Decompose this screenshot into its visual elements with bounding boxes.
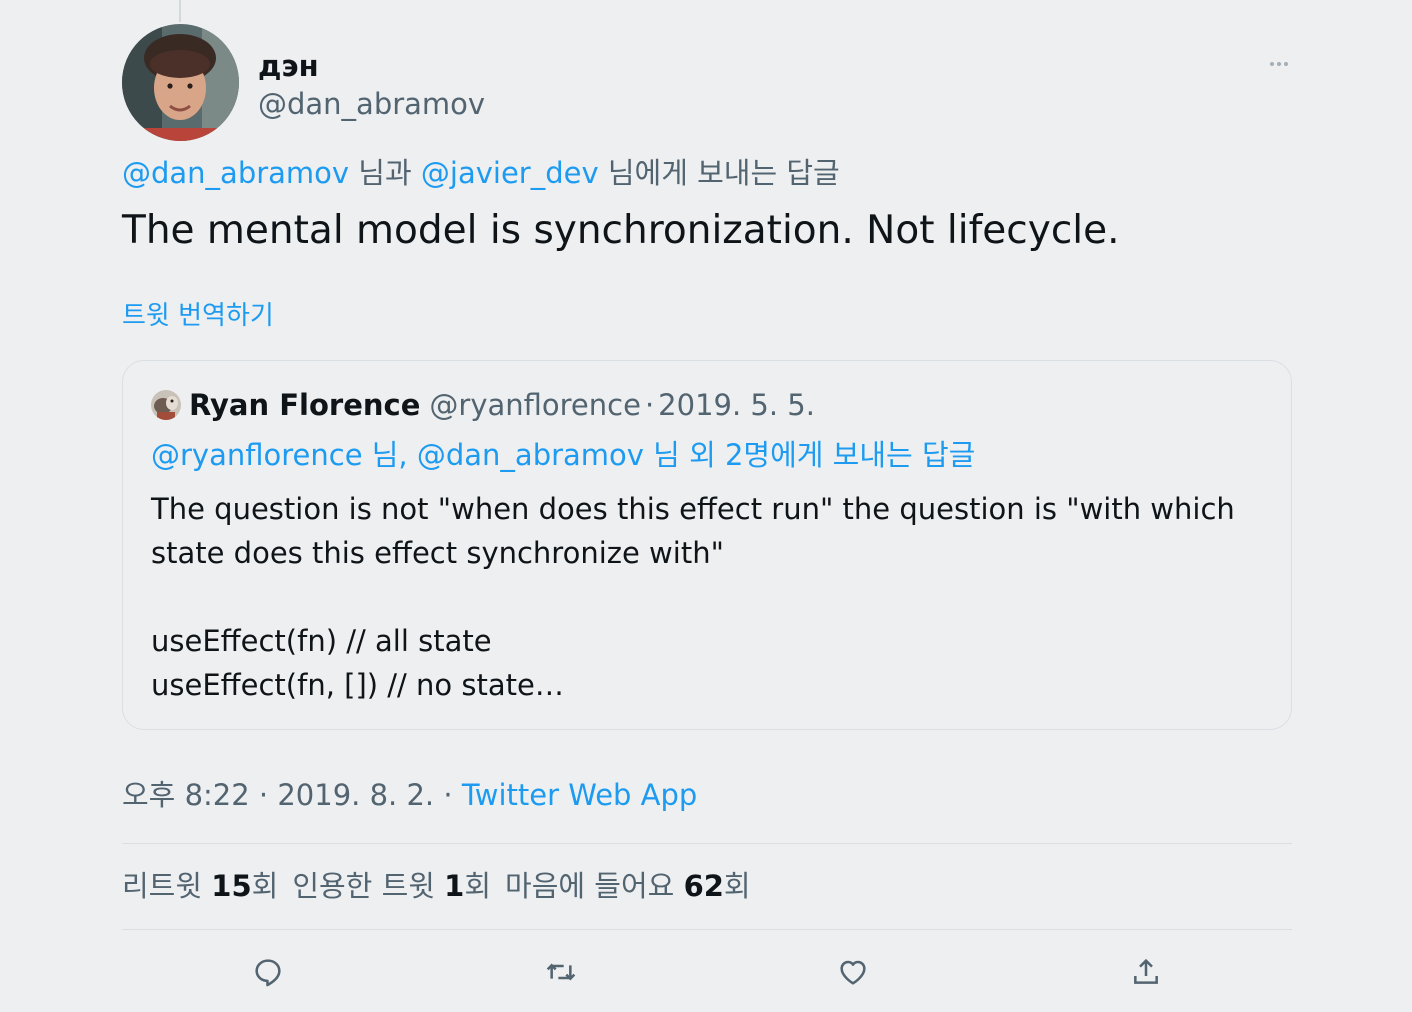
- more-dot: [1277, 62, 1281, 66]
- tweet-text: The mental model is synchronization. Not…: [122, 208, 1120, 253]
- reply-icon: [255, 959, 281, 987]
- quoted-display-name: Ryan Florence: [189, 388, 421, 422]
- reply-mention-javier[interactable]: @javier_dev: [421, 156, 599, 190]
- more-options-icon[interactable]: [1262, 52, 1296, 76]
- stat-label: 인용한 트윗: [292, 869, 445, 903]
- quoted-reply-context: @ryanflorence 님, @dan_abramov 님 외 2명에게 보…: [151, 438, 976, 472]
- stat-retweets[interactable]: 리트윗 15회: [122, 866, 278, 906]
- quoted-date: 2019. 5. 5.: [658, 388, 815, 422]
- quoted-tweet-text: The question is not "when does this effe…: [151, 492, 1235, 702]
- more-dot: [1284, 62, 1288, 66]
- reply-context: @dan_abramov 님과 @javier_dev 님에게 보내는 답글: [122, 152, 840, 194]
- share-icon: [1133, 958, 1158, 984]
- stat-count: 62: [683, 869, 724, 903]
- quoted-tweet[interactable]: Ryan Florence @ryanflorence · 2019. 5. 5…: [122, 360, 1292, 730]
- author-avatar[interactable]: [122, 24, 239, 141]
- stat-count: 15: [211, 869, 252, 903]
- like-button[interactable]: [823, 942, 883, 1002]
- stat-label: 마음에 들어요: [505, 869, 684, 903]
- quoted-author-avatar-image: [151, 390, 181, 420]
- reply-suffix: 님에게 보내는 답글: [598, 156, 840, 190]
- retweet-button[interactable]: [531, 942, 591, 1002]
- stat-likes[interactable]: 마음에 들어요 62회: [505, 866, 751, 906]
- quoted-separator: ·: [644, 388, 655, 422]
- stat-unit: 회: [723, 869, 751, 903]
- author-block[interactable]: дэн @dan_abramov: [258, 48, 485, 124]
- stat-quote-tweets[interactable]: 인용한 트윗 1회: [292, 866, 491, 906]
- tweet-stats: 리트윗 15회 인용한 트윗 1회 마음에 들어요 62회: [122, 866, 765, 906]
- reply-connector: 님과: [349, 156, 421, 190]
- thread-connector-line: [179, 0, 181, 22]
- stat-unit: 회: [464, 869, 492, 903]
- stat-label: 리트윗: [122, 869, 212, 903]
- more-dot: [1270, 62, 1274, 66]
- share-button[interactable]: [1116, 942, 1176, 1002]
- tweet-timestamp[interactable]: 오후 8:22 · 2019. 8. 2. ·: [122, 778, 462, 812]
- divider: [122, 843, 1292, 844]
- stat-unit: 회: [251, 869, 279, 903]
- quoted-author-avatar: [151, 390, 181, 420]
- translate-tweet-link[interactable]: 트윗 번역하기: [122, 296, 274, 336]
- reply-mention-dan[interactable]: @dan_abramov: [122, 156, 349, 190]
- reply-button[interactable]: [238, 942, 298, 1002]
- author-avatar-image: [122, 24, 239, 141]
- tweet-meta: 오후 8:22 · 2019. 8. 2. · Twitter Web App: [122, 774, 697, 816]
- retweet-icon: [546, 963, 575, 981]
- divider: [122, 929, 1292, 930]
- author-handle[interactable]: @dan_abramov: [258, 84, 485, 124]
- tweet-actions: [122, 940, 1292, 1004]
- like-icon: [840, 960, 866, 985]
- quoted-tweet-header: Ryan Florence @ryanflorence · 2019. 5. 5…: [151, 385, 815, 425]
- quoted-handle: @ryanflorence: [429, 388, 641, 422]
- author-display-name[interactable]: дэн: [258, 48, 485, 84]
- stat-count: 1: [444, 869, 465, 903]
- tweet-source-link[interactable]: Twitter Web App: [462, 778, 698, 812]
